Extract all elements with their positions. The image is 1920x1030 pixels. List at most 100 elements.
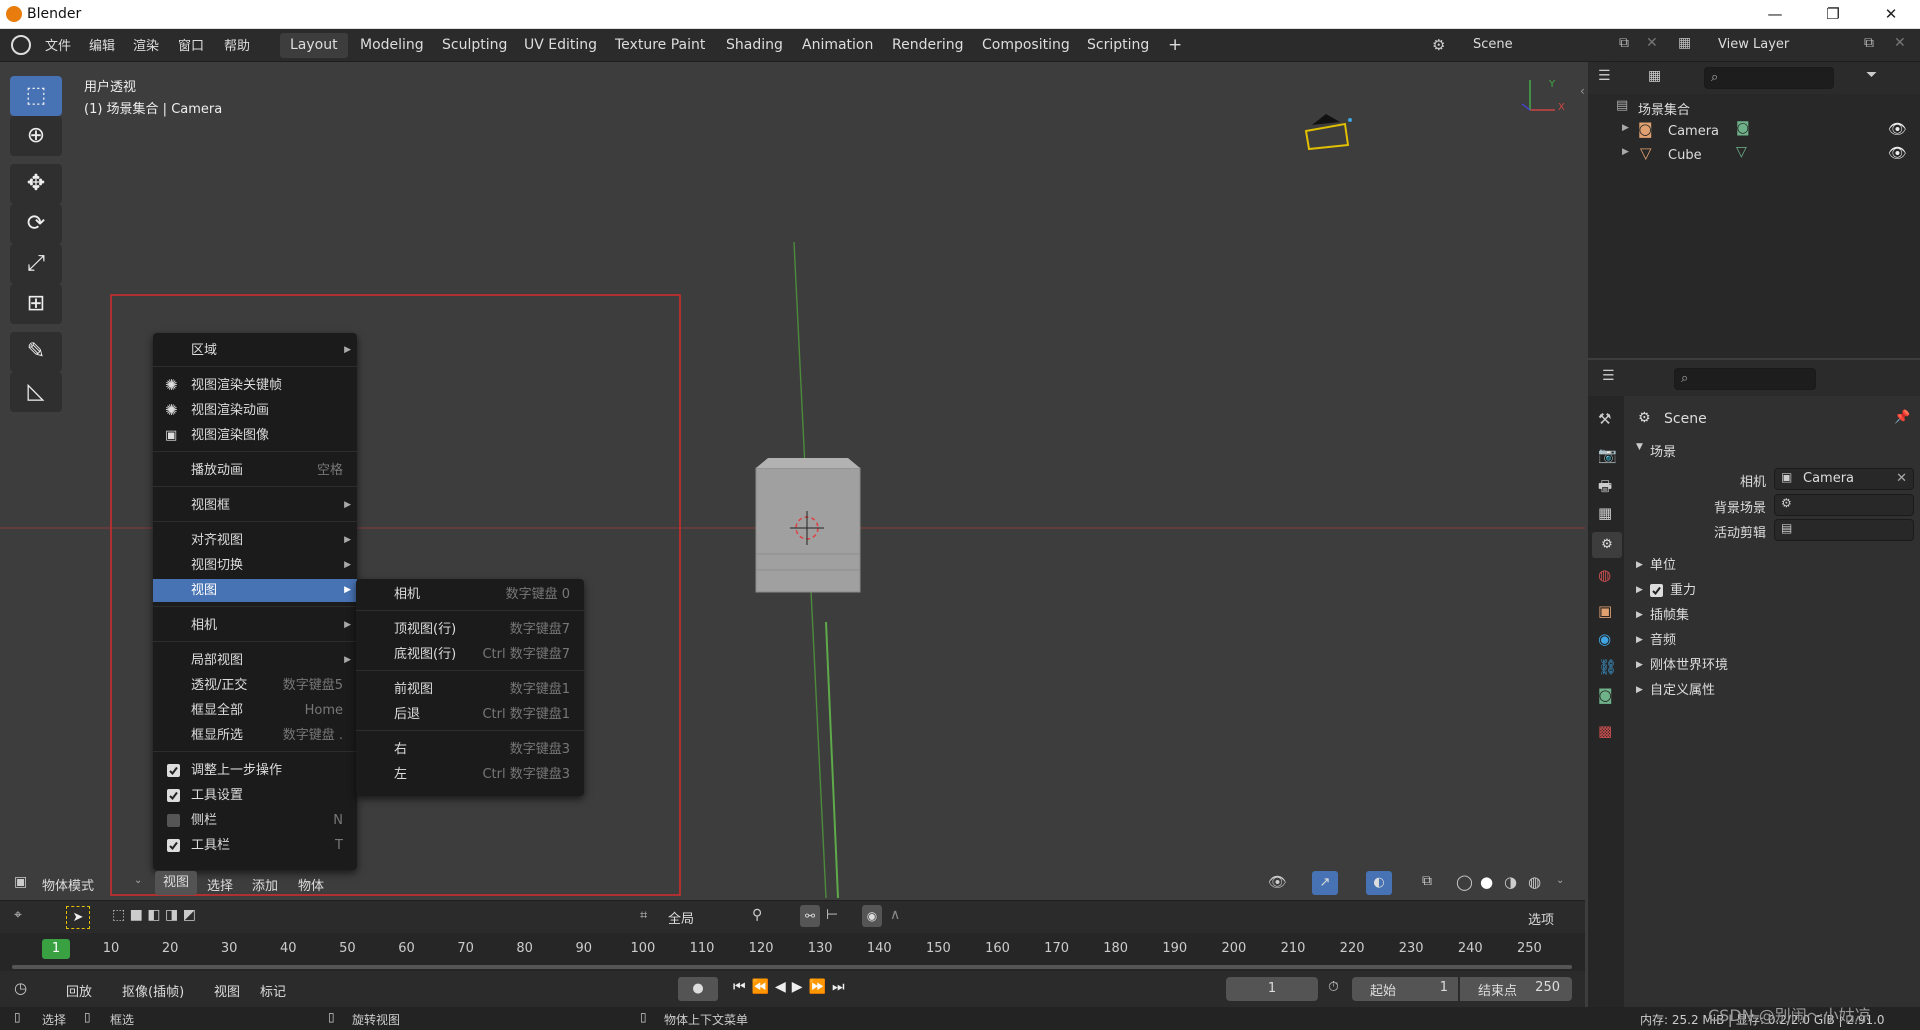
menu-item-viewport-render-animation[interactable]: ✺ 视图渲染动画 xyxy=(153,399,357,422)
menu-item-toolbar[interactable]: 工具栏 T xyxy=(153,834,357,857)
tab-modeling[interactable]: Modeling xyxy=(350,33,434,58)
scene-collection-label[interactable]: 场景集合 xyxy=(1638,99,1690,118)
submenu-item-back[interactable]: 后退 Ctrl 数字键盘1 xyxy=(356,703,584,726)
menu-item-align-view[interactable]: 对齐视图 ▶ xyxy=(153,529,357,552)
snap-icon[interactable]: ⚯ xyxy=(800,905,820,927)
menu-keying[interactable]: 抠像(插帧) xyxy=(122,981,184,1000)
checkbox-checked[interactable] xyxy=(167,839,180,852)
visibility-icon[interactable]: 👁 xyxy=(1268,873,1287,891)
view-layer-icon[interactable]: ▦ xyxy=(1678,35,1691,51)
checkbox-checked[interactable] xyxy=(167,789,180,802)
rotate-tool[interactable]: ⟳ xyxy=(10,204,62,244)
scene-selector[interactable]: Scene xyxy=(1465,34,1615,57)
delete-view-layer-icon[interactable]: ✕ xyxy=(1894,35,1906,51)
view-layer-tab-icon[interactable]: ▦ xyxy=(1598,504,1612,522)
menu-edit[interactable]: 编辑 xyxy=(89,35,115,54)
snap-target-icon[interactable]: ⊢ xyxy=(826,907,838,923)
header-menu-object[interactable]: 物体 xyxy=(298,875,324,894)
menu-file[interactable]: 文件 xyxy=(45,35,71,54)
maximize-button[interactable]: ❐ xyxy=(1804,0,1862,29)
tab-texture-paint[interactable]: Texture Paint xyxy=(605,33,715,58)
submenu-item-left[interactable]: 左 Ctrl 数字键盘3 xyxy=(356,763,584,786)
header-menu-select[interactable]: 选择 xyxy=(207,875,233,894)
tab-sculpting[interactable]: Sculpting xyxy=(432,33,517,58)
menu-item-cameras[interactable]: 相机 ▶ xyxy=(153,614,357,637)
scene-section-title[interactable]: 场景 xyxy=(1650,441,1676,460)
editor-type-icon[interactable]: ⌖ xyxy=(14,907,22,923)
submenu-item-top[interactable]: 顶视图(行) 数字键盘7 xyxy=(356,618,584,641)
outliner-search-input[interactable]: ⌕ xyxy=(1704,67,1834,89)
timeline-scrollbar[interactable] xyxy=(0,963,1585,971)
menu-help[interactable]: 帮助 xyxy=(224,35,250,54)
mesh-data-icon[interactable]: ▽ xyxy=(1736,144,1747,160)
properties-editor-icon[interactable]: ☰ xyxy=(1602,368,1615,384)
tab-scripting[interactable]: Scripting xyxy=(1077,33,1159,58)
copy-view-layer-icon[interactable]: ⧉ xyxy=(1864,35,1874,51)
sidebar-toggle-icon[interactable]: ‹ xyxy=(1580,84,1585,98)
menu-item-play-animation[interactable]: 播放动画 空格 xyxy=(153,459,357,482)
move-tool[interactable]: ✥ xyxy=(10,164,62,204)
gizmo-toggle-icon[interactable]: ↗ xyxy=(1312,871,1338,895)
start-frame-field[interactable]: 起始 1 xyxy=(1352,977,1458,1001)
mode-selector[interactable]: 物体模式 xyxy=(42,875,94,894)
menu-item-clipping-region[interactable]: 视图框 ▶ xyxy=(153,494,357,517)
transport-controls[interactable]: ⏮⏪◀▶⏩⏭ xyxy=(733,979,851,995)
options-dropdown[interactable]: 选项 xyxy=(1528,909,1554,928)
header-menu-view[interactable]: 视图 xyxy=(155,871,197,895)
pin-icon[interactable]: 📌 xyxy=(1894,410,1910,425)
end-frame-field[interactable]: 结束点 250 xyxy=(1460,977,1572,1001)
checkbox-unchecked[interactable] xyxy=(167,814,180,827)
camera-data-icon[interactable]: ◙ xyxy=(1736,120,1750,136)
view-layer-selector[interactable]: View Layer xyxy=(1710,34,1860,57)
falloff-icon[interactable]: ∧ xyxy=(890,907,900,923)
menu-item-tool-settings[interactable]: 工具设置 xyxy=(153,784,357,807)
menu-item-viewpoint[interactable]: 视图 ▶ xyxy=(153,579,357,602)
current-frame-field[interactable]: 1 xyxy=(1226,977,1318,1001)
menu-timeline-view[interactable]: 视图 xyxy=(214,981,240,1000)
scene-camera-field[interactable]: ▣ Camera ✕ xyxy=(1774,468,1914,490)
expand-arrow-icon[interactable]: ▶ xyxy=(1622,123,1629,133)
panel-keying-sets[interactable]: ▶ 插帧集 xyxy=(1588,603,1920,628)
delete-scene-icon[interactable]: ✕ xyxy=(1646,35,1658,51)
menu-marker[interactable]: 标记 xyxy=(260,981,286,1000)
eye-icon[interactable]: 👁 xyxy=(1888,120,1907,138)
overlay-toggle-icon[interactable]: ◐ xyxy=(1366,871,1392,895)
proportional-edit-icon[interactable]: ◉ xyxy=(862,905,882,927)
timeline-editor-icon[interactable]: ◷ xyxy=(14,979,27,997)
menu-item-area[interactable]: 区域 ▶ xyxy=(153,339,357,362)
checkbox-checked[interactable] xyxy=(167,764,180,777)
submenu-item-right[interactable]: 右数字键盘3 xyxy=(356,738,584,761)
tab-uv-editing[interactable]: UV Editing xyxy=(514,33,607,58)
measure-tool[interactable]: ◺ xyxy=(10,372,62,412)
properties-search-input[interactable]: ⌕ xyxy=(1674,368,1816,390)
add-workspace-button[interactable]: + xyxy=(1158,33,1192,58)
stopwatch-icon[interactable]: ⏱ xyxy=(1328,979,1339,995)
close-button[interactable]: ✕ xyxy=(1862,0,1920,29)
minimize-button[interactable]: — xyxy=(1746,0,1804,29)
menu-item-navigation[interactable]: 视图切换 ▶ xyxy=(153,554,357,577)
submenu-item-front[interactable]: 前视图 数字键盘1 xyxy=(356,678,584,701)
annotate-tool[interactable]: ✎ xyxy=(10,332,62,372)
expand-arrow-icon[interactable]: ▶ xyxy=(1622,147,1629,157)
shading-options-icon[interactable]: ⌄ xyxy=(1556,875,1564,886)
background-scene-field[interactable]: ⚙ xyxy=(1774,494,1914,516)
menu-item-sidebar[interactable]: 侧栏 N xyxy=(153,809,357,832)
outliner-editor-icon[interactable]: ☰ xyxy=(1598,68,1611,84)
xray-icon[interactable]: ⧉ xyxy=(1422,873,1432,889)
collapse-arrow-icon[interactable]: ▼ xyxy=(1636,442,1643,452)
submenu-item-camera[interactable]: 相机 数字键盘 0 xyxy=(356,583,584,606)
menu-item-viewport-render-image[interactable]: ▣ 视图渲染图像 xyxy=(153,424,357,447)
tab-animation[interactable]: Animation xyxy=(792,33,883,58)
wireframe-shading-icon[interactable]: ◯ xyxy=(1456,873,1473,891)
filter-icon[interactable]: ⏷ xyxy=(1866,67,1877,83)
render-tab-icon[interactable]: 📷 xyxy=(1598,446,1617,464)
texture-tab-icon[interactable]: ▩ xyxy=(1598,722,1612,740)
active-clip-field[interactable]: ▤ xyxy=(1774,519,1914,541)
select-mode-icons[interactable]: ⬚ ■ ◧ ◨ ◩ xyxy=(112,907,196,923)
pivot-icon[interactable]: ⚲ xyxy=(752,907,762,923)
tool-tab-icon[interactable]: ⚒ xyxy=(1598,410,1611,428)
scene-icon[interactable]: ⚙ xyxy=(1432,36,1445,54)
select-box-tool[interactable]: ⬚ xyxy=(10,76,62,116)
panel-custom-properties[interactable]: ▶ 自定义属性 xyxy=(1588,678,1920,703)
transform-orientation-selector[interactable]: 全局 xyxy=(668,908,694,927)
